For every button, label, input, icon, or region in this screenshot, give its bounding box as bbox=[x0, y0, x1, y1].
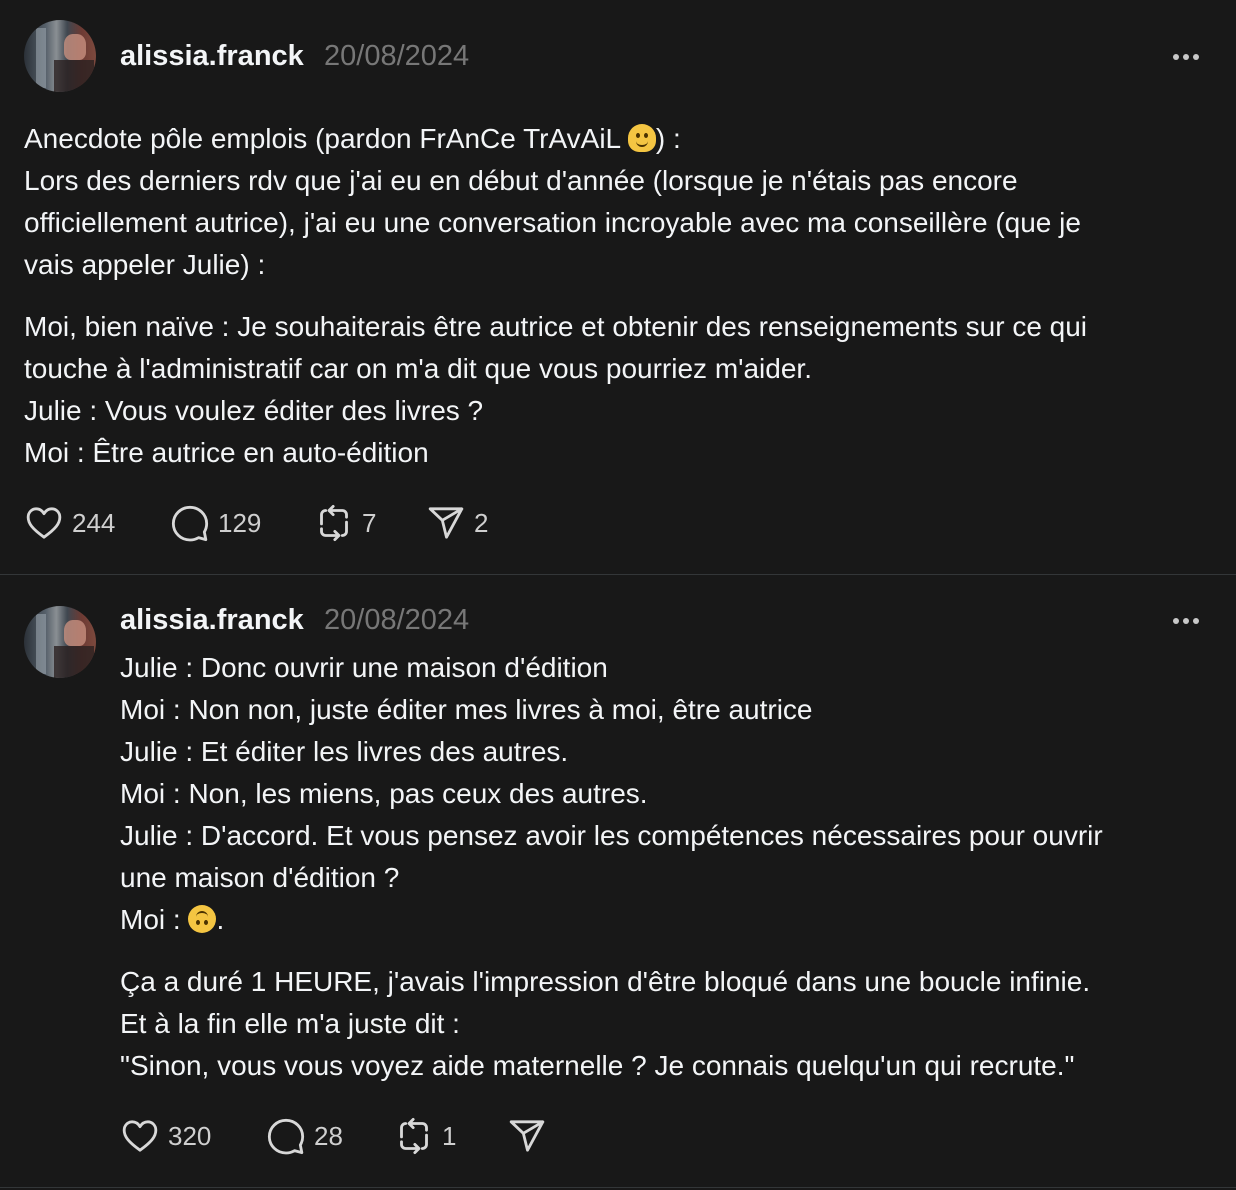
text-line: "Sinon, vous vous voyez aide maternelle … bbox=[120, 1050, 1075, 1081]
text-line: Ça a duré 1 HEURE, j'avais l'impression … bbox=[120, 966, 1091, 997]
text-line: une maison d'édition ? bbox=[120, 862, 400, 893]
send-paper-plane-icon bbox=[428, 507, 464, 539]
post-divider bbox=[0, 1187, 1236, 1188]
text-line: officiellement autrice), j'ai eu une con… bbox=[24, 207, 1081, 238]
text-line: Anecdote pôle emplois (pardon FrAnCe TrA… bbox=[24, 118, 1081, 160]
text-line: Moi : . bbox=[120, 899, 1103, 941]
text-line: vais appeler Julie) : bbox=[24, 249, 266, 280]
like-count: 320 bbox=[168, 1121, 212, 1151]
text-line: Lors des derniers rdv que j'ai eu en déb… bbox=[24, 165, 1018, 196]
reply-button[interactable]: 28 bbox=[266, 1116, 343, 1156]
text-line: Julie : D'accord. Et vous pensez avoir l… bbox=[120, 820, 1103, 851]
like-button[interactable]: 244 bbox=[24, 503, 115, 543]
comment-bubble-icon bbox=[267, 1118, 305, 1155]
comment-bubble-icon bbox=[171, 505, 209, 542]
text-line: Julie : Et éditer les livres des autres. bbox=[120, 736, 569, 767]
post-text-paragraph-2: Moi, bien naïve : Je souhaiterais être a… bbox=[24, 306, 1087, 474]
reply-count: 129 bbox=[218, 508, 262, 538]
send-paper-plane-icon bbox=[509, 1120, 545, 1152]
post-text-paragraph-1: Julie : Donc ouvrir une maison d'édition… bbox=[120, 647, 1103, 941]
post-date[interactable]: 20/08/2024 bbox=[324, 39, 469, 73]
repost-button[interactable]: 1 bbox=[394, 1116, 456, 1156]
text-segment: . bbox=[216, 904, 225, 935]
repost-arrows-icon bbox=[320, 504, 348, 542]
upside-down-face-emoji-icon bbox=[188, 905, 217, 933]
avatar[interactable] bbox=[24, 606, 96, 678]
text-line: touche à l'administratif car on m'a dit … bbox=[24, 353, 812, 384]
repost-count: 1 bbox=[442, 1121, 457, 1151]
more-icon[interactable] bbox=[1173, 617, 1201, 625]
text-segment: ) : bbox=[655, 123, 681, 154]
share-count: 2 bbox=[474, 508, 489, 538]
post-text-paragraph-2: Ça a duré 1 HEURE, j'avais l'impression … bbox=[120, 961, 1090, 1087]
text-line: Julie : Donc ouvrir une maison d'édition bbox=[120, 652, 608, 683]
thread-post-1: alissia.franck 20/08/2024 Anecdote pôle … bbox=[0, 0, 1236, 574]
text-line: Moi : Non non, juste éditer mes livres à… bbox=[120, 694, 813, 725]
text-line: Julie : Vous voulez éditer des livres ? bbox=[24, 395, 484, 426]
repost-count: 7 bbox=[362, 508, 377, 538]
text-line: Moi : Être autrice en auto-édition bbox=[24, 437, 429, 468]
heart-icon bbox=[122, 1120, 158, 1152]
text-segment: Anecdote pôle emplois (pardon FrAnCe TrA… bbox=[24, 123, 628, 154]
text-segment: Moi : bbox=[120, 904, 189, 935]
username[interactable]: alissia.franck bbox=[120, 39, 304, 73]
post-date[interactable]: 20/08/2024 bbox=[324, 603, 469, 637]
reply-count: 28 bbox=[314, 1121, 343, 1151]
melting-face-emoji-icon bbox=[627, 124, 656, 152]
more-icon[interactable] bbox=[1173, 53, 1201, 61]
reply-button[interactable]: 129 bbox=[170, 503, 261, 543]
share-button[interactable] bbox=[507, 1116, 547, 1156]
avatar[interactable] bbox=[24, 20, 96, 92]
repost-button[interactable]: 7 bbox=[314, 503, 376, 543]
text-line: Et à la fin elle m'a juste dit : bbox=[120, 1008, 460, 1039]
text-line: Moi, bien naïve : Je souhaiterais être a… bbox=[24, 311, 1088, 342]
share-button[interactable]: 2 bbox=[426, 503, 488, 543]
heart-icon bbox=[26, 507, 62, 539]
repost-arrows-icon bbox=[400, 1117, 428, 1155]
text-line: Moi : Non, les miens, pas ceux des autre… bbox=[120, 778, 648, 809]
thread-post-2: alissia.franck 20/08/2024 Julie : Donc o… bbox=[0, 575, 1236, 1187]
post-text-paragraph-1: Anecdote pôle emplois (pardon FrAnCe TrA… bbox=[24, 118, 1081, 286]
like-count: 244 bbox=[72, 508, 116, 538]
like-button[interactable]: 320 bbox=[120, 1116, 211, 1156]
username[interactable]: alissia.franck bbox=[120, 603, 304, 637]
